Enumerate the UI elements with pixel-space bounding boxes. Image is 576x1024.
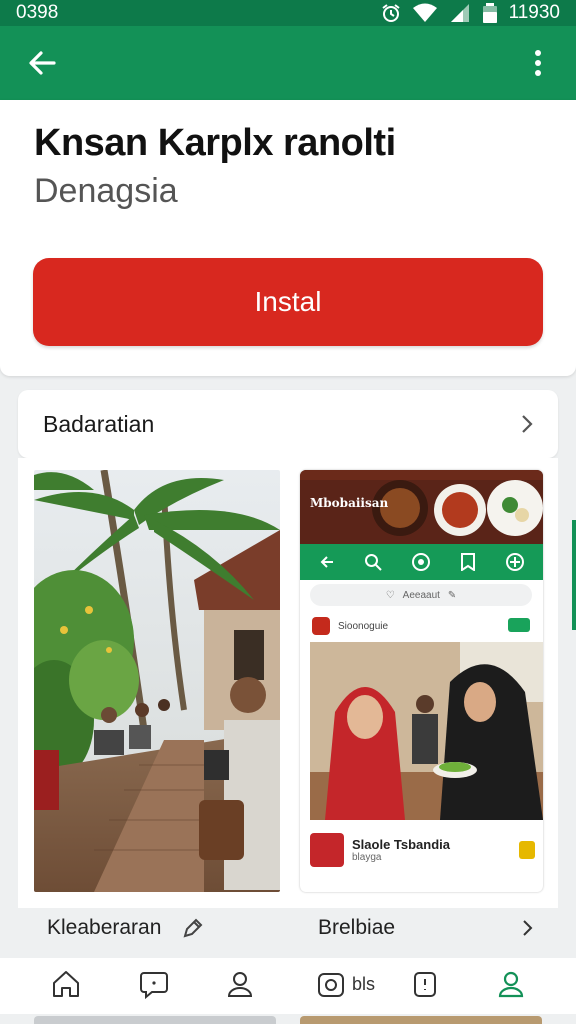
- nav-clipboard[interactable]: [410, 968, 440, 1000]
- mock-post-header-text: Sioonoguie: [338, 620, 389, 632]
- status-time: 11930: [508, 2, 560, 23]
- app-subtitle: Denagsia: [34, 172, 178, 210]
- app-title: Knsan Karplx ranolti: [34, 122, 396, 164]
- alarm-icon: [381, 3, 401, 23]
- street-scene-image: [34, 470, 280, 892]
- avatar: [310, 833, 344, 867]
- lock-icon: [519, 841, 535, 859]
- search-icon: [364, 554, 382, 571]
- next-row-peek-left: [34, 1016, 276, 1024]
- nav-profile[interactable]: [225, 968, 255, 1000]
- profile-icon: [227, 972, 253, 997]
- bookmark-icon: [460, 553, 475, 571]
- chevron-right-icon: [522, 415, 533, 433]
- clipboard-icon: [414, 972, 436, 997]
- home-icon: [53, 971, 79, 997]
- chat-icon: [140, 972, 168, 999]
- app-logo-icon: [312, 617, 330, 635]
- status-icons: 11930: [381, 2, 560, 24]
- caption-right-text: Brelbiae: [318, 916, 396, 939]
- mock-author-text: Slaole Tsbandia blayga: [352, 837, 450, 863]
- food-banner: Mbobaiisan: [300, 470, 543, 544]
- camera-icon: [318, 973, 344, 997]
- compass-icon: [411, 553, 430, 571]
- status-bar: 0398 11930: [0, 0, 576, 26]
- nav-home[interactable]: [50, 968, 82, 1000]
- mock-search-text: Aeeaaut: [402, 589, 440, 601]
- app-header-card: Knsan Karplx ranolti Denagsia Instal: [0, 100, 576, 376]
- more-options-button[interactable]: [518, 43, 558, 83]
- mock-author-row: Slaole Tsbandia blayga: [310, 828, 535, 872]
- signal-icon: [449, 3, 471, 23]
- battery-icon: [482, 3, 497, 23]
- back-button[interactable]: [22, 43, 62, 83]
- heart-icon: ♡: [385, 589, 395, 601]
- screenshot-app-feed[interactable]: Mbobaiisan ♡ Aeeaaut ✎ Sioonoguie Slaole…: [300, 470, 543, 892]
- caption-left-text: Kleaberaran: [47, 916, 162, 939]
- side-scroll-indicator: [572, 520, 576, 630]
- back-arrow-icon: [320, 556, 333, 568]
- back-arrow-icon: [29, 51, 56, 75]
- tag-icon: [183, 918, 203, 938]
- caption-left[interactable]: Kleaberaran: [47, 916, 205, 940]
- app-bar: [0, 26, 576, 100]
- mock-search-bar: ♡ Aeeaaut ✎: [310, 584, 532, 606]
- add-icon: [505, 553, 524, 571]
- caption-right[interactable]: Brelbiae: [318, 916, 534, 940]
- nav-camera[interactable]: bls: [316, 968, 375, 1000]
- pen-icon: ✎: [447, 589, 457, 601]
- section-row[interactable]: Badaratian: [18, 390, 558, 458]
- women-eating-image: [310, 642, 543, 820]
- mock-post-photo: [310, 642, 543, 820]
- section-label: Badaratian: [43, 410, 155, 437]
- banner-title: Mbobaiisan: [310, 496, 389, 510]
- nav-account[interactable]: [496, 968, 526, 1000]
- mock-footer: [310, 876, 535, 892]
- account-icon: [498, 971, 524, 998]
- mock-toolbar: [300, 544, 543, 580]
- mock-post-header: Sioonoguie: [312, 614, 534, 638]
- wifi-icon: [412, 3, 437, 23]
- more-vert-icon: [535, 50, 541, 76]
- bottom-navigation: bls: [0, 958, 576, 1014]
- mock-badge: [508, 618, 530, 632]
- install-button[interactable]: Instal: [33, 258, 543, 346]
- nav-chat[interactable]: [138, 968, 170, 1000]
- mock-author-name: Slaole Tsbandia: [352, 837, 451, 852]
- next-row-peek-right: [300, 1016, 542, 1024]
- chevron-right-icon: [523, 920, 533, 936]
- screenshot-street-scene[interactable]: [34, 470, 280, 892]
- mock-author-sub: blayga: [352, 852, 382, 863]
- status-left-text: 0398: [16, 2, 59, 23]
- nav-camera-label: bls: [352, 973, 376, 994]
- screenshots-carousel: Mbobaiisan ♡ Aeeaaut ✎ Sioonoguie Slaole…: [18, 458, 558, 908]
